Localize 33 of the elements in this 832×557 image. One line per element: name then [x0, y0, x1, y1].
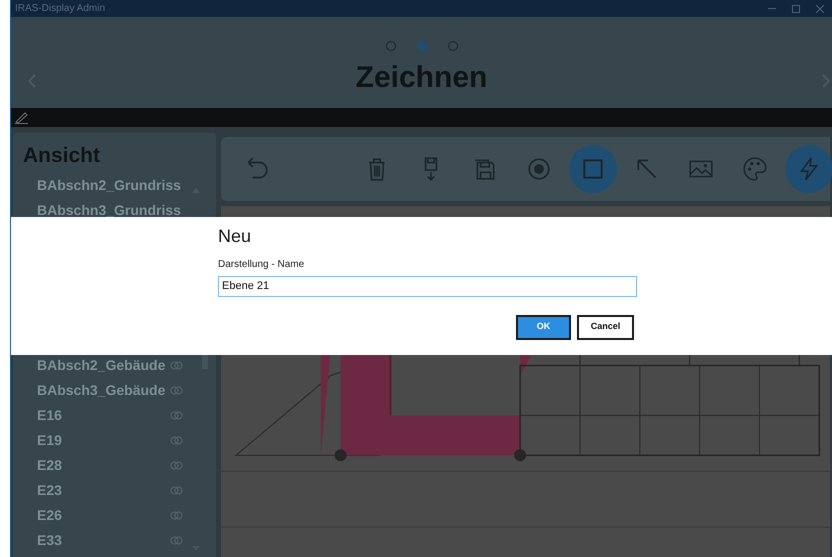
minimize-icon[interactable]	[768, 8, 776, 10]
link-icon[interactable]	[170, 361, 183, 370]
dialog-button[interactable]: OK	[516, 314, 571, 340]
sidebar-item[interactable]: E26	[37, 505, 170, 526]
window-title: IRAS-Display Admin	[15, 4, 106, 14]
sidebar-item[interactable]: BAbsch3_Gebäude	[37, 380, 170, 401]
dialog-button[interactable]: Cancel	[577, 314, 634, 340]
pencil-icon[interactable]	[15, 111, 29, 124]
dialog-title: Neu	[218, 225, 252, 248]
field-label: Darstellung - Name	[218, 258, 306, 272]
link-icon[interactable]	[170, 486, 183, 495]
tool-button[interactable]	[785, 145, 832, 193]
maximize-icon[interactable]	[792, 4, 800, 12]
sidebar-item[interactable]: E28	[37, 455, 170, 476]
link-icon[interactable]	[170, 386, 183, 395]
sidebar-item[interactable]: BAbsch2_Gebäude	[37, 355, 170, 376]
palette-icon	[742, 156, 768, 182]
link-icon[interactable]	[170, 461, 183, 470]
radio-point-icon	[526, 156, 552, 182]
close-icon[interactable]	[816, 4, 824, 12]
name-input[interactable]: Ebene 21	[218, 276, 637, 296]
link-icon[interactable]	[170, 411, 183, 420]
sidebar-item[interactable]: BAbschn2_Grundriss	[37, 175, 181, 196]
tool-button[interactable]	[569, 145, 617, 193]
sidebar-item[interactable]: BAbschn3_Grundriss	[37, 200, 181, 221]
sidebar-item[interactable]: E23	[37, 480, 170, 501]
link-icon[interactable]	[170, 536, 183, 545]
scrollbar-thumb[interactable]	[202, 355, 208, 369]
sidebar-item[interactable]: E33	[37, 530, 170, 551]
link-icon[interactable]	[170, 436, 183, 445]
sidebar-item[interactable]: E16	[37, 405, 170, 426]
link-icon[interactable]	[170, 511, 183, 520]
sidebar-item[interactable]: E19	[37, 430, 170, 451]
